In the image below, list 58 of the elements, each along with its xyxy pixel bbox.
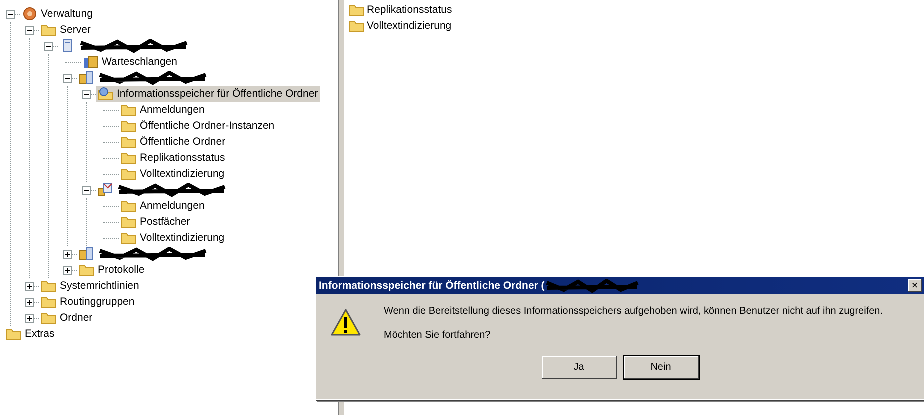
tree-item[interactable]: Routinggruppen (39, 294, 137, 310)
expand-toggle[interactable] (25, 314, 34, 322)
expand-toggle[interactable] (44, 42, 53, 50)
folder-icon (41, 311, 57, 325)
folder-icon (121, 215, 137, 229)
tree-item[interactable]: Postfächer (119, 214, 192, 230)
tree-item[interactable]: Öffentliche Ordner-Instanzen (119, 118, 277, 134)
list-item[interactable]: Volltextindizierung (349, 18, 924, 34)
tree-item[interactable]: Anmeldungen (119, 198, 207, 214)
dialog-button[interactable]: Ja (542, 356, 616, 379)
tree-item[interactable]: Replikationsstatus (119, 150, 228, 166)
tree-item[interactable]: Volltextindizierung (119, 230, 227, 246)
folder-icon (121, 231, 137, 245)
organization-icon (22, 7, 38, 21)
folder-icon (121, 167, 137, 181)
tree-item[interactable]: Informationsspeicher für Öffentliche Ordner (96, 86, 320, 102)
folder-icon (121, 119, 137, 133)
folder-icon (121, 135, 137, 149)
expand-toggle[interactable] (63, 250, 72, 258)
expand-toggle[interactable] (63, 74, 72, 82)
mailbox-store-icon (98, 183, 114, 197)
close-button[interactable]: × (908, 279, 922, 292)
tree-item[interactable]: Warteschlangen (81, 54, 180, 70)
list-item[interactable]: Replikationsstatus (349, 2, 924, 18)
tree-item[interactable]: Öffentliche Ordner (119, 134, 228, 150)
folder-icon (6, 327, 22, 341)
dialog-button[interactable]: Nein (624, 356, 698, 379)
dialog-message: Wenn die Bereitstellung dieses Informationsspeichers aufgehoben wird, können Benutzer nicht auf ihn zugreifen. (384, 306, 884, 317)
queue-icon (83, 55, 99, 69)
expand-toggle[interactable] (25, 26, 34, 34)
dialog-title: Informationsspeicher für Öffentliche Ordner ( (319, 280, 545, 292)
folder-icon (121, 151, 137, 165)
expand-toggle[interactable] (6, 10, 15, 18)
folder-icon (121, 199, 137, 213)
tree-item[interactable]: Ordner (39, 310, 95, 326)
public-folder-store-icon (98, 87, 114, 101)
storage-group-icon (79, 71, 95, 85)
expand-toggle[interactable] (25, 298, 34, 306)
folder-icon (41, 23, 57, 37)
folder-icon (349, 3, 365, 17)
tree-item[interactable]: Server (39, 22, 93, 38)
tree-item[interactable]: Extras (4, 326, 57, 342)
expand-toggle[interactable] (25, 282, 34, 290)
expand-toggle[interactable] (82, 90, 91, 98)
folder-icon (41, 295, 57, 309)
warning-icon (330, 308, 362, 338)
tree-item[interactable]: Systemrichtlinien (39, 278, 142, 294)
tree-item[interactable]: Verwaltung (20, 6, 95, 22)
expand-toggle[interactable] (82, 186, 91, 194)
tree-item[interactable]: Volltextindizierung (119, 166, 227, 182)
folder-icon (349, 19, 365, 33)
tree-item[interactable]: Protokolle (77, 262, 147, 278)
dialog-question: Möchten Sie fortfahren? (384, 330, 492, 341)
folder-icon (79, 263, 95, 277)
tree-item[interactable]: Anmeldungen (119, 102, 207, 118)
storage-group-icon (79, 247, 95, 261)
expand-toggle[interactable] (63, 266, 72, 274)
folder-icon (41, 279, 57, 293)
